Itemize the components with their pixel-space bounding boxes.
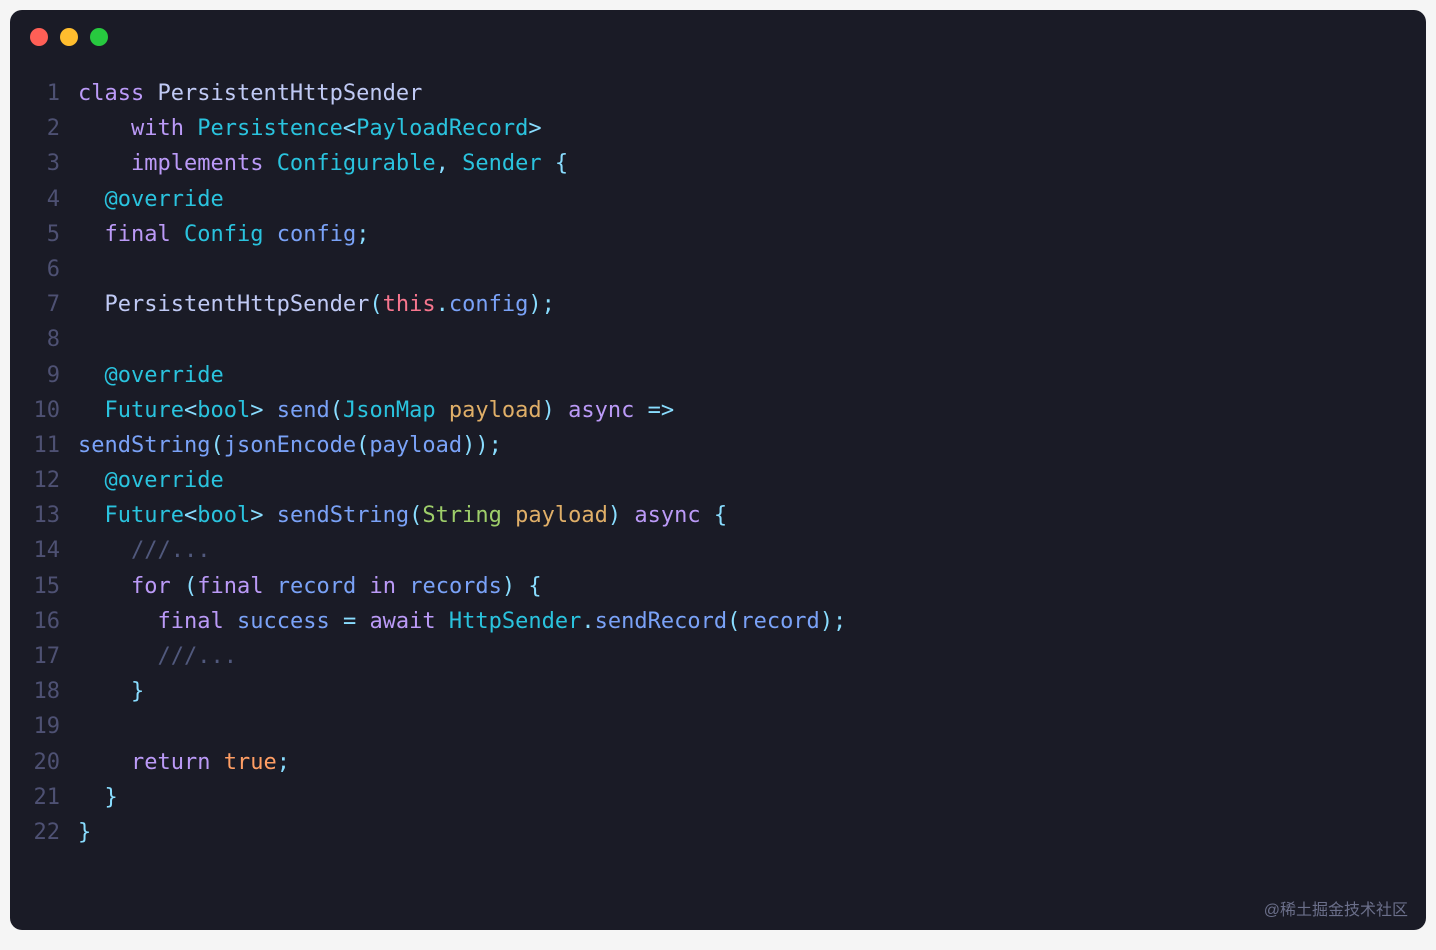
code-line[interactable]: 18 } — [30, 674, 1406, 709]
code-line[interactable]: 3 implements Configurable, Sender { — [30, 146, 1406, 181]
line-number: 12 — [30, 463, 78, 498]
code-line[interactable]: 20 return true; — [30, 745, 1406, 780]
line-number: 1 — [30, 76, 78, 111]
line-number: 21 — [30, 780, 78, 815]
line-number: 7 — [30, 287, 78, 322]
code-line[interactable]: 2 with Persistence<PayloadRecord> — [30, 111, 1406, 146]
line-number: 5 — [30, 217, 78, 252]
line-number: 8 — [30, 322, 78, 357]
code-line[interactable]: 7 PersistentHttpSender(this.config); — [30, 287, 1406, 322]
code-content[interactable]: class PersistentHttpSender — [78, 76, 422, 111]
code-line[interactable]: 9 @override — [30, 358, 1406, 393]
code-line[interactable]: 12 @override — [30, 463, 1406, 498]
code-content[interactable]: PersistentHttpSender(this.config); — [78, 287, 555, 322]
code-line[interactable]: 14 ///... — [30, 533, 1406, 568]
code-content[interactable]: } — [78, 780, 118, 815]
line-number: 20 — [30, 745, 78, 780]
code-content[interactable]: Future<bool> send(JsonMap payload) async… — [78, 393, 674, 428]
code-line[interactable]: 13 Future<bool> sendString(String payloa… — [30, 498, 1406, 533]
code-content[interactable]: implements Configurable, Sender { — [78, 146, 568, 181]
code-content[interactable]: ///... — [78, 533, 210, 568]
line-number: 3 — [30, 146, 78, 181]
code-line[interactable]: 8 — [30, 322, 1406, 357]
line-number: 14 — [30, 533, 78, 568]
code-editor[interactable]: 1class PersistentHttpSender2 with Persis… — [10, 56, 1426, 870]
code-line[interactable]: 16 final success = await HttpSender.send… — [30, 604, 1406, 639]
code-content[interactable]: ///... — [78, 639, 237, 674]
code-content[interactable]: } — [78, 674, 144, 709]
code-line[interactable]: 11sendString(jsonEncode(payload)); — [30, 428, 1406, 463]
line-number: 13 — [30, 498, 78, 533]
code-content[interactable]: sendString(jsonEncode(payload)); — [78, 428, 502, 463]
code-line[interactable]: 19 — [30, 709, 1406, 744]
line-number: 6 — [30, 252, 78, 287]
code-line[interactable]: 4 @override — [30, 182, 1406, 217]
line-number: 19 — [30, 709, 78, 744]
code-content[interactable]: } — [78, 815, 91, 850]
line-number: 16 — [30, 604, 78, 639]
code-line[interactable]: 6 — [30, 252, 1406, 287]
code-content[interactable]: Future<bool> sendString(String payload) … — [78, 498, 727, 533]
code-window: 1class PersistentHttpSender2 with Persis… — [10, 10, 1426, 930]
code-line[interactable]: 1class PersistentHttpSender — [30, 76, 1406, 111]
line-number: 22 — [30, 815, 78, 850]
code-line[interactable]: 5 final Config config; — [30, 217, 1406, 252]
close-icon[interactable] — [30, 28, 48, 46]
code-line[interactable]: 10 Future<bool> send(JsonMap payload) as… — [30, 393, 1406, 428]
code-content[interactable]: final success = await HttpSender.sendRec… — [78, 604, 846, 639]
line-number: 4 — [30, 182, 78, 217]
code-content[interactable]: @override — [78, 358, 224, 393]
watermark-text: @稀土掘金技术社区 — [1264, 896, 1408, 920]
line-number: 17 — [30, 639, 78, 674]
line-number: 10 — [30, 393, 78, 428]
line-number: 15 — [30, 569, 78, 604]
line-number: 2 — [30, 111, 78, 146]
code-content[interactable]: final Config config; — [78, 217, 369, 252]
code-content[interactable]: with Persistence<PayloadRecord> — [78, 111, 542, 146]
minimize-icon[interactable] — [60, 28, 78, 46]
code-content[interactable]: @override — [78, 463, 224, 498]
code-line[interactable]: 21 } — [30, 780, 1406, 815]
line-number: 9 — [30, 358, 78, 393]
code-line[interactable]: 22} — [30, 815, 1406, 850]
code-line[interactable]: 17 ///... — [30, 639, 1406, 674]
window-titlebar — [10, 10, 1426, 56]
line-number: 18 — [30, 674, 78, 709]
code-content[interactable]: for (final record in records) { — [78, 569, 542, 604]
code-content[interactable]: return true; — [78, 745, 290, 780]
maximize-icon[interactable] — [90, 28, 108, 46]
code-content[interactable]: @override — [78, 182, 224, 217]
code-line[interactable]: 15 for (final record in records) { — [30, 569, 1406, 604]
line-number: 11 — [30, 428, 78, 463]
